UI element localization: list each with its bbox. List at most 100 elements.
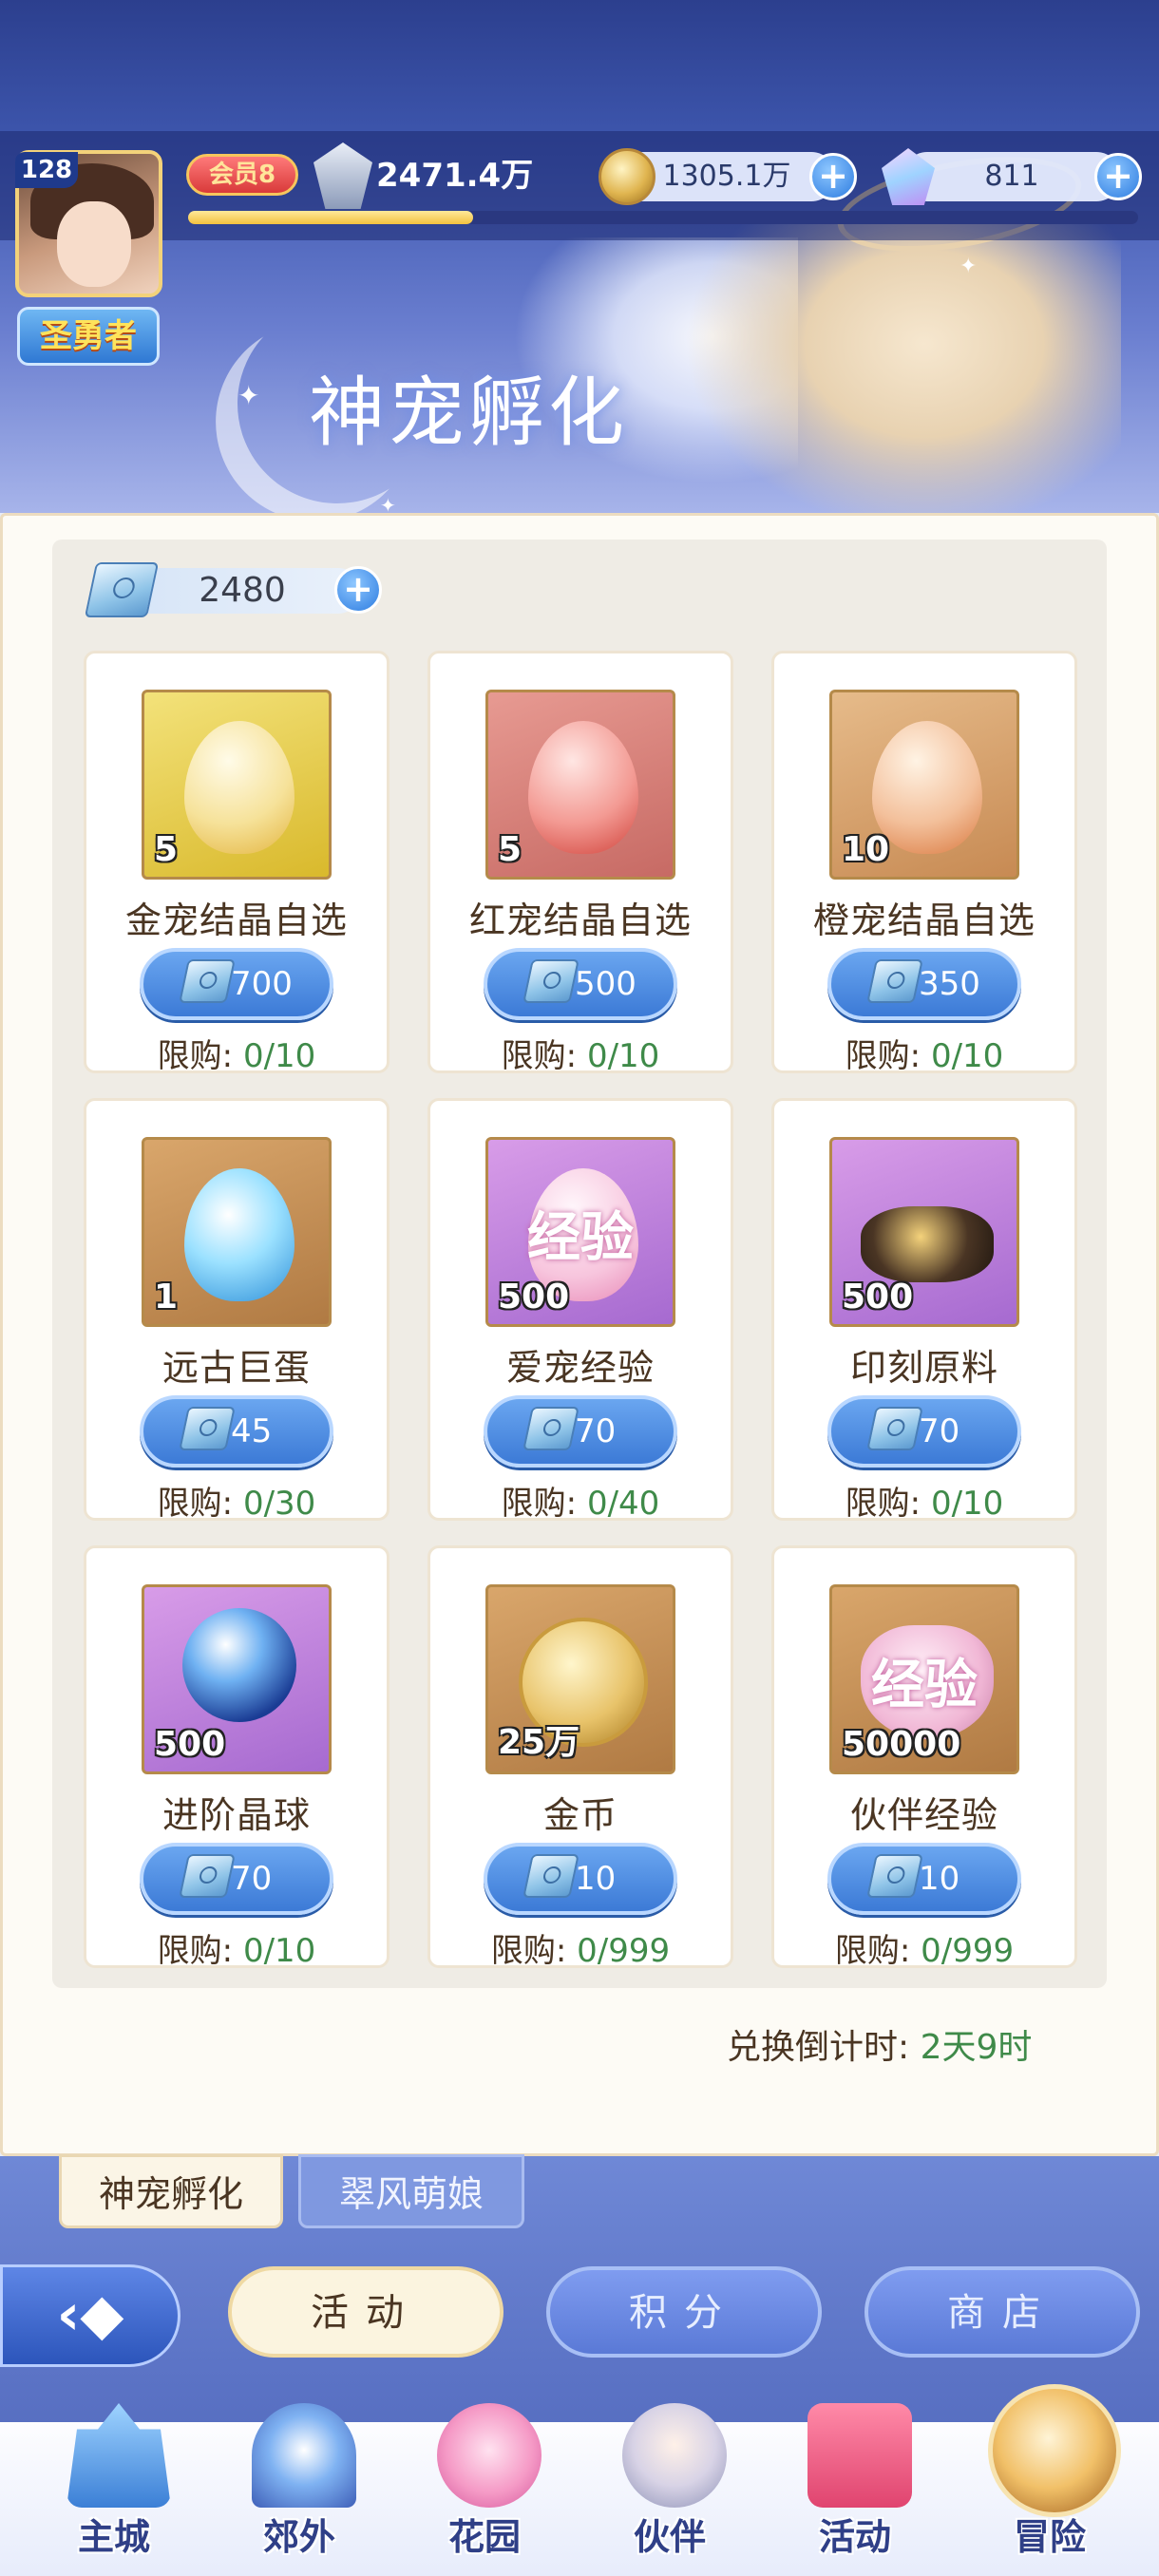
engraving-material-icon xyxy=(861,1206,994,1282)
purchase-limit: 限购: 0/10 xyxy=(430,1030,731,1076)
limit-value: 0/10 xyxy=(242,1037,316,1075)
tab-pet-hatching[interactable]: 神宠孵化 xyxy=(59,2154,283,2228)
purchase-limit: 限购: 0/10 xyxy=(86,1030,387,1076)
item-quantity: 10 xyxy=(842,830,890,869)
exchange-button[interactable]: 350 xyxy=(827,948,1021,1020)
shop-item-card[interactable]: 10 橙宠结晶自选 350 限购: 0/10 xyxy=(771,651,1077,1076)
partner-portrait-icon xyxy=(622,2403,727,2508)
countdown-label: 兑换倒计时: xyxy=(727,2028,910,2067)
limit-value: 0/10 xyxy=(242,1932,316,1970)
exchange-button[interactable]: 45 xyxy=(140,1395,333,1468)
store-button[interactable]: 商店 xyxy=(864,2266,1140,2358)
purchase-limit: 限购: 0/10 xyxy=(774,1030,1074,1076)
add-gems-button[interactable]: + xyxy=(1094,153,1142,200)
item-price: 45 xyxy=(231,1412,273,1450)
player-level: 128 xyxy=(15,152,78,188)
shop-item-card[interactable]: 5 金宠结晶自选 700 限购: 0/10 xyxy=(84,651,390,1076)
limit-label: 限购: xyxy=(834,1932,911,1970)
nav-label: 花园 xyxy=(447,2516,521,2558)
combat-power: 2471.4万 xyxy=(376,157,534,195)
purchase-limit: 限购: 0/10 xyxy=(86,1924,387,1971)
item-thumbnail: 10 xyxy=(829,690,1019,880)
item-price: 350 xyxy=(919,965,980,1003)
book-ticket-icon xyxy=(522,1854,580,1898)
item-overlay-text: 经验 xyxy=(871,1655,978,1716)
heart-garden-icon xyxy=(437,2403,542,2508)
add-gold-button[interactable]: + xyxy=(809,153,857,200)
castle-icon xyxy=(66,2403,171,2508)
item-thumbnail: 500 xyxy=(142,1584,332,1774)
limit-label: 限购: xyxy=(157,1485,234,1523)
sparkle-icon: ✦ xyxy=(960,255,978,278)
sparkle-icon: ✦ xyxy=(380,494,396,513)
exchange-button[interactable]: 70 xyxy=(827,1395,1021,1468)
add-ticket-button[interactable]: + xyxy=(334,566,382,614)
activity-button[interactable]: 活动 xyxy=(228,2266,504,2358)
nav-adventure[interactable]: 冒险 xyxy=(960,2384,1140,2576)
nav-outskirts[interactable]: 郊外 xyxy=(209,2403,390,2576)
exchange-button[interactable]: 700 xyxy=(140,948,333,1020)
exchange-button[interactable]: 70 xyxy=(484,1395,677,1468)
book-ticket-icon xyxy=(179,1854,236,1898)
shop-item-card[interactable]: 500 进阶晶球 70 限购: 0/10 xyxy=(84,1545,390,1971)
exchange-button[interactable]: 70 xyxy=(140,1843,333,1915)
sparkle-icon: ✦ xyxy=(238,380,260,411)
advance-orb-icon xyxy=(182,1608,296,1722)
limit-value: 0/40 xyxy=(586,1485,660,1523)
item-name: 进阶晶球 xyxy=(162,1794,311,1836)
item-quantity: 500 xyxy=(498,1278,570,1316)
angel-character-art xyxy=(684,218,1121,513)
exchange-button[interactable]: 10 xyxy=(827,1843,1021,1915)
portal-gate-icon xyxy=(252,2403,356,2508)
nav-activity[interactable]: 活动 xyxy=(765,2403,945,2576)
shop-item-card[interactable]: 经验 500 爱宠经验 70 限购: 0/40 xyxy=(428,1098,733,1523)
item-quantity: 5 xyxy=(498,830,522,869)
nav-label: 郊外 xyxy=(262,2516,335,2558)
exchange-button[interactable]: 10 xyxy=(484,1843,677,1915)
item-quantity: 1 xyxy=(154,1278,179,1316)
item-name: 橙宠结晶自选 xyxy=(812,900,1036,941)
item-quantity: 500 xyxy=(842,1278,914,1316)
item-quantity: 25万 xyxy=(498,1723,580,1762)
gold-coin-icon xyxy=(598,148,656,205)
limit-label: 限购: xyxy=(157,1932,234,1970)
exchange-button[interactable]: 500 xyxy=(484,948,677,1020)
book-ticket-icon xyxy=(522,959,580,1003)
purchase-limit: 限购: 0/10 xyxy=(774,1477,1074,1524)
shop-item-card[interactable]: 经验 50000 伙伴经验 10 限购: 0/999 xyxy=(771,1545,1077,1970)
purchase-limit: 限购: 0/999 xyxy=(430,1924,731,1971)
rank-badge[interactable]: 圣勇者 xyxy=(17,307,160,366)
nav-label: 活动 xyxy=(818,2516,891,2558)
limit-value: 0/10 xyxy=(930,1485,1004,1523)
points-button[interactable]: 积分 xyxy=(546,2266,822,2358)
shop-item-card[interactable]: 25万 金币 10 限购: 0/999 xyxy=(428,1545,733,1971)
nav-garden[interactable]: 花园 xyxy=(394,2403,575,2576)
exp-bar xyxy=(188,211,1138,224)
gift-box-icon xyxy=(808,2403,912,2508)
avatar-face xyxy=(57,201,131,287)
nav-partner[interactable]: 伙伴 xyxy=(580,2403,760,2576)
book-ticket-icon xyxy=(179,959,236,1003)
shop-item-card[interactable]: 1 远古巨蛋 45 限购: 0/30 xyxy=(84,1098,390,1523)
limit-value: 0/999 xyxy=(577,1932,671,1970)
back-button[interactable]: ‹◆ xyxy=(0,2264,180,2367)
shop-item-card[interactable]: 5 红宠结晶自选 500 限购: 0/10 xyxy=(428,651,733,1076)
item-price: 70 xyxy=(919,1412,960,1450)
limit-label: 限购: xyxy=(157,1037,234,1075)
item-name: 爱宠经验 xyxy=(505,1347,655,1389)
compass-icon xyxy=(988,2384,1121,2517)
item-name: 远古巨蛋 xyxy=(162,1347,311,1389)
vip-badge[interactable]: 会员8 xyxy=(186,154,298,196)
tab-green-wind-girl[interactable]: 翠风萌娘 xyxy=(298,2154,524,2228)
item-name: 金宠结晶自选 xyxy=(124,900,348,941)
shop-item-card[interactable]: 500 印刻原料 70 限购: 0/10 xyxy=(771,1098,1077,1524)
item-name: 印刻原料 xyxy=(849,1347,998,1389)
item-price: 10 xyxy=(575,1860,617,1898)
limit-value: 0/30 xyxy=(242,1485,316,1523)
book-ticket-icon xyxy=(866,1407,923,1450)
exchange-countdown: 兑换倒计时: 2天9时 xyxy=(727,2019,1032,2069)
limit-label: 限购: xyxy=(845,1485,922,1523)
nav-main-city[interactable]: 主城 xyxy=(24,2403,204,2576)
back-arrow-icon: ‹◆ xyxy=(56,2282,124,2348)
item-quantity: 50000 xyxy=(842,1725,961,1764)
